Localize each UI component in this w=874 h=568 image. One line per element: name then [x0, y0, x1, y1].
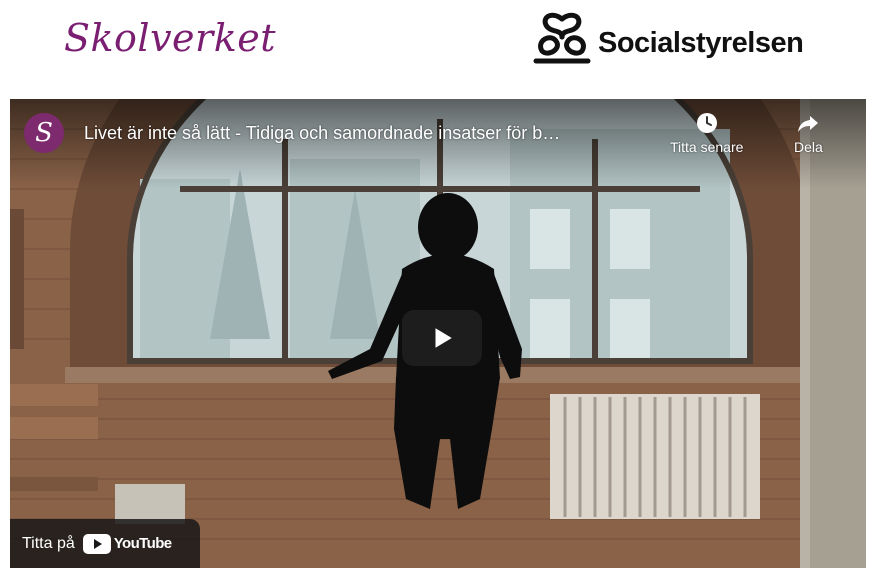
- skolverket-logo: Skolverket: [64, 16, 276, 60]
- socialstyrelsen-emblem-icon: [533, 12, 591, 64]
- youtube-video-player[interactable]: S Livet är inte så lätt - Tidiga och sam…: [10, 99, 866, 568]
- watch-on-label: Titta på: [22, 534, 75, 552]
- share-arrow-icon: [798, 116, 819, 132]
- youtube-logo: YouTube: [82, 533, 172, 554]
- watch-later-label: Titta senare: [670, 139, 744, 155]
- share-button[interactable]: Dela: [794, 111, 823, 155]
- play-button[interactable]: [402, 310, 482, 366]
- share-label: Dela: [794, 139, 823, 155]
- youtube-wordmark: YouTube: [113, 535, 172, 552]
- socialstyrelsen-wordmark: Socialstyrelsen: [598, 26, 804, 59]
- channel-avatar[interactable]: S: [24, 113, 64, 153]
- watch-on-youtube-button[interactable]: Titta på YouTube: [10, 519, 200, 568]
- watch-later-button[interactable]: Titta senare: [670, 111, 743, 155]
- video-title[interactable]: Livet är inte så lätt - Tidiga och samor…: [84, 123, 664, 144]
- youtube-play-icon: [82, 533, 111, 554]
- clock-icon: [696, 113, 717, 133]
- socialstyrelsen-logo: Socialstyrelsen: [532, 10, 804, 66]
- play-icon: [435, 328, 452, 348]
